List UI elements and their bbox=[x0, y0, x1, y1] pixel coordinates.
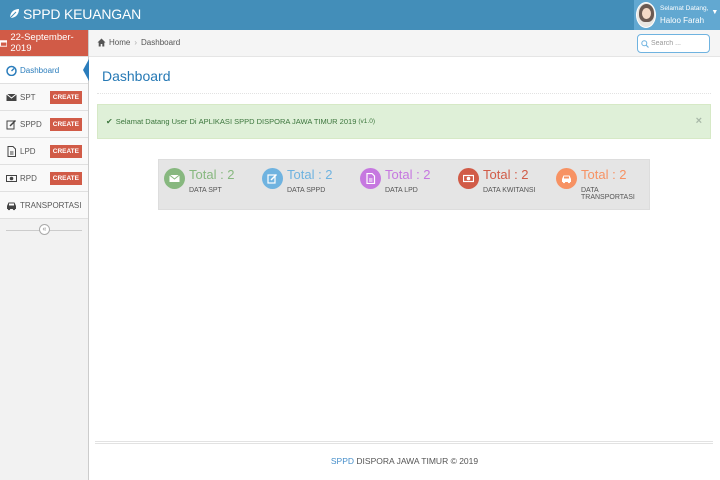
stat-transportasi: Total : 2 DATA TRANSPORTASI bbox=[551, 160, 649, 209]
stat-total: Total : 2 bbox=[287, 167, 333, 182]
file-icon bbox=[360, 168, 381, 189]
close-alert-button[interactable]: × bbox=[696, 115, 702, 127]
search-input[interactable] bbox=[651, 40, 709, 47]
create-sppd-button[interactable]: CREATE bbox=[49, 118, 82, 131]
check-icon: ✔ bbox=[106, 117, 113, 126]
user-name: Haloo Farah bbox=[660, 16, 705, 25]
stat-label: DATA SPT bbox=[189, 187, 222, 194]
create-spt-button[interactable]: CREATE bbox=[49, 91, 82, 104]
alert-version: (v1.0) bbox=[358, 118, 375, 125]
envelope-icon bbox=[6, 92, 17, 103]
sidebar-item-label: SPPD bbox=[20, 119, 42, 129]
collapse-sidebar-button[interactable]: « bbox=[39, 224, 50, 235]
search-box bbox=[637, 34, 710, 53]
sidebar-item-sppd[interactable]: SPPD CREATE bbox=[0, 111, 88, 138]
breadcrumb-separator-icon: › bbox=[134, 38, 138, 47]
home-icon bbox=[97, 38, 106, 47]
stat-spt: Total : 2 DATA SPT bbox=[159, 160, 257, 209]
sidebar-item-label: SPT bbox=[20, 92, 36, 102]
sidebar-item-lpd[interactable]: LPD CREATE bbox=[0, 138, 88, 165]
alert-app-name: APLIKASI SPPD DISPORA JAWA TIMUR 2019 bbox=[198, 117, 357, 126]
breadcrumb-bar: Home › Dashboard bbox=[89, 30, 720, 57]
stat-sppd: Total : 2 DATA SPPD bbox=[257, 160, 355, 209]
edit-icon bbox=[6, 119, 17, 130]
stat-total: Total : 2 bbox=[581, 167, 627, 182]
date-display: 22-September-2019 bbox=[0, 30, 88, 57]
sidebar-item-dashboard[interactable]: Dashboard bbox=[0, 57, 89, 84]
avatar bbox=[636, 2, 656, 28]
file-icon bbox=[6, 145, 17, 157]
current-date: 22-September-2019 bbox=[10, 32, 74, 54]
dashboard-icon bbox=[6, 65, 17, 76]
footer: SPPD DISPORA JAWA TIMUR © 2019 bbox=[89, 456, 720, 466]
top-navbar: SPPD KEUANGAN Selamat Datang, Haloo Fara… bbox=[0, 0, 720, 30]
stat-total: Total : 2 bbox=[385, 167, 431, 182]
caret-down-icon: ▼ bbox=[711, 8, 719, 16]
user-menu[interactable]: Selamat Datang, Haloo Farah ▼ bbox=[634, 0, 720, 30]
footer-divider bbox=[95, 441, 713, 444]
user-greeting: Selamat Datang, bbox=[660, 5, 709, 12]
stat-label: DATA KWITANSI bbox=[483, 187, 536, 194]
brand-name: SPPD KEUANGAN bbox=[23, 6, 141, 22]
welcome-alert: ✔ Selamat Datang User Di APLIKASI SPPD D… bbox=[97, 104, 711, 139]
sidebar-item-label: Dashboard bbox=[20, 65, 60, 75]
divider bbox=[97, 93, 711, 94]
footer-text: DISPORA JAWA TIMUR © 2019 bbox=[356, 456, 479, 466]
breadcrumb: Home › Dashboard bbox=[97, 38, 180, 47]
stat-label: DATA SPPD bbox=[287, 187, 326, 194]
alert-text: Selamat Datang User Di bbox=[115, 117, 197, 126]
sidebar-collapse-bar: « bbox=[0, 219, 88, 241]
edit-icon bbox=[262, 168, 283, 189]
calendar-icon bbox=[0, 40, 8, 47]
money-icon bbox=[458, 168, 479, 189]
stat-label: DATA TRANSPORTASI bbox=[581, 187, 635, 201]
sidebar-item-rpd[interactable]: RPD CREATE bbox=[0, 165, 88, 192]
leaf-icon bbox=[9, 9, 19, 19]
stats-panel: Total : 2 DATA SPT Total : 2 DATA SPPD T… bbox=[158, 159, 650, 210]
create-rpd-button[interactable]: CREATE bbox=[49, 172, 82, 185]
stat-lpd: Total : 2 DATA LPD bbox=[355, 160, 453, 209]
envelope-icon bbox=[164, 168, 185, 189]
sidebar-item-transportasi[interactable]: TRANSPORTASI bbox=[0, 192, 88, 219]
sidebar: 22-September-2019 Dashboard SPT CREATE S… bbox=[0, 30, 89, 480]
create-lpd-button[interactable]: CREATE bbox=[49, 145, 82, 158]
brand-logo[interactable]: SPPD KEUANGAN bbox=[8, 6, 141, 22]
sidebar-item-spt[interactable]: SPT CREATE bbox=[0, 84, 88, 111]
sidebar-item-label: LPD bbox=[20, 146, 36, 156]
search-icon bbox=[641, 39, 649, 48]
car-icon bbox=[556, 168, 577, 189]
stat-label: DATA LPD bbox=[385, 187, 418, 194]
car-icon bbox=[6, 200, 17, 211]
breadcrumb-home-link[interactable]: Home bbox=[109, 38, 130, 47]
breadcrumb-current: Dashboard bbox=[141, 38, 181, 47]
stat-total: Total : 2 bbox=[483, 167, 529, 182]
sidebar-item-label: TRANSPORTASI bbox=[20, 200, 82, 210]
page-title: Dashboard bbox=[102, 68, 171, 84]
stat-total: Total : 2 bbox=[189, 167, 235, 182]
stat-kwitansi: Total : 2 DATA KWITANSI bbox=[453, 160, 551, 209]
money-icon bbox=[6, 173, 17, 184]
footer-brand: SPPD bbox=[330, 456, 355, 466]
sidebar-item-label: RPD bbox=[20, 173, 37, 183]
